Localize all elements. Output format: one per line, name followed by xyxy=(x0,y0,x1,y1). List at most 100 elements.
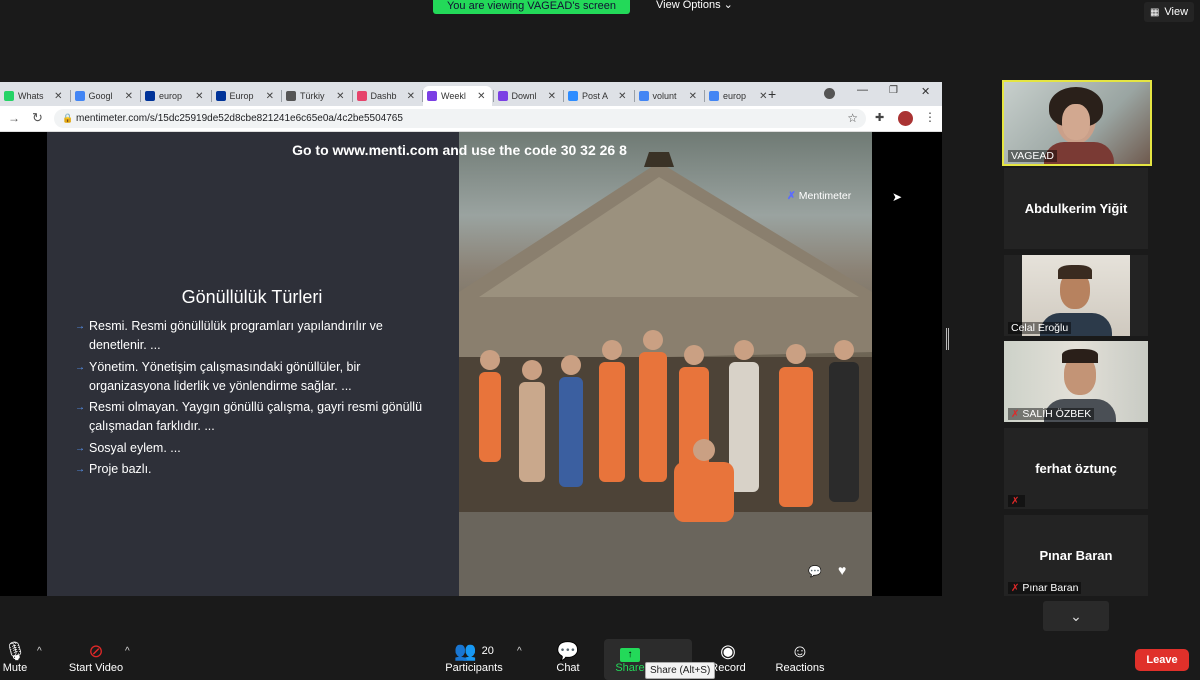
close-tab-icon[interactable]: ✕ xyxy=(407,91,415,102)
browser-tab[interactable]: europ ✕ xyxy=(705,86,774,106)
participant-tile[interactable]: Pınar Baran ✗ Pınar Baran xyxy=(1004,515,1148,596)
screen-share-banner: You are viewing VAGEAD's screen xyxy=(433,0,630,14)
browser-menu-icon[interactable]: ⋮ xyxy=(924,110,936,124)
browser-tab-bar: Whats ✕ Googl ✕ europ ✕ Europ ✕ Türkiy ✕ Dashb ✕ Wee… xyxy=(0,82,942,106)
participant-name-text: VAGEAD xyxy=(1011,150,1054,162)
browser-tab[interactable]: europ ✕ xyxy=(141,86,210,106)
close-tab-icon[interactable]: ✕ xyxy=(195,91,203,102)
tab-favicon-icon xyxy=(497,91,508,101)
close-window-icon[interactable]: ✕ xyxy=(921,85,930,98)
heart-icon[interactable]: ♥ xyxy=(838,562,846,578)
record-icon: ◉ xyxy=(720,641,736,661)
browser-tab[interactable]: Weekl ✕ xyxy=(423,86,492,106)
tab-favicon-icon xyxy=(356,91,367,101)
tab-search-icon[interactable] xyxy=(824,88,835,99)
minimize-icon[interactable]: — xyxy=(857,84,868,96)
start-video-button[interactable]: ⊘ Start Video xyxy=(66,640,126,674)
video-off-icon: ⊘ xyxy=(88,641,104,661)
browser-tab[interactable]: Downl ✕ xyxy=(494,86,563,106)
microphone-icon: 🎙 xyxy=(3,641,27,661)
tab-favicon-icon xyxy=(145,91,155,101)
reload-icon[interactable]: ↻ xyxy=(32,110,43,126)
participant-tile[interactable]: ✗ SALİH ÖZBEK xyxy=(1004,341,1148,422)
share-screen-icon: ↑ xyxy=(620,648,640,662)
scroll-down-button[interactable]: ⌄ xyxy=(1043,601,1109,631)
new-tab-button[interactable]: + xyxy=(768,86,776,102)
participants-options-chevron-icon[interactable]: ^ xyxy=(517,646,522,657)
close-tab-icon[interactable]: ✕ xyxy=(336,91,344,102)
close-tab-icon[interactable]: ✕ xyxy=(266,91,274,102)
extensions-icon[interactable]: ✚ xyxy=(875,111,884,124)
browser-tab[interactable]: Europ ✕ xyxy=(212,86,281,106)
panel-splitter[interactable] xyxy=(946,328,949,350)
audio-options-chevron-icon[interactable]: ^ xyxy=(37,646,42,657)
tab-label: Post A xyxy=(582,91,609,101)
tab-label: europ xyxy=(723,91,747,101)
close-tab-icon[interactable]: ✕ xyxy=(477,91,485,102)
tab-separator xyxy=(492,90,494,102)
participant-name-label: ✗ xyxy=(1008,495,1026,507)
participant-tile[interactable]: VAGEAD xyxy=(1002,80,1152,166)
lock-icon: 🔒 xyxy=(62,113,74,123)
restore-icon[interactable]: ❐ xyxy=(889,85,898,96)
view-button[interactable]: ▦ View xyxy=(1144,2,1194,22)
share-label: Share xyxy=(615,662,645,674)
tab-label: europ xyxy=(159,91,183,101)
slide-bullet: Yönetim. Yönetişim çalışmasındaki gönüll… xyxy=(75,358,435,396)
tab-separator xyxy=(351,90,353,102)
mouse-cursor-icon: ➤ xyxy=(892,190,903,204)
close-tab-icon[interactable]: ✕ xyxy=(548,91,556,102)
browser-tab[interactable]: Post A ✕ xyxy=(564,86,633,106)
browser-tab[interactable]: Dashb ✕ xyxy=(353,86,422,106)
browser-tab[interactable]: Türkiy ✕ xyxy=(282,86,351,106)
video-options-chevron-icon[interactable]: ^ xyxy=(125,646,130,657)
tab-favicon-icon xyxy=(74,91,85,101)
close-tab-icon[interactable]: ✕ xyxy=(54,91,62,102)
tab-label: Downl xyxy=(511,91,537,101)
close-tab-icon[interactable]: ✕ xyxy=(618,91,626,102)
comment-icon[interactable]: 💬 xyxy=(808,565,822,578)
profile-avatar[interactable] xyxy=(898,111,913,126)
forward-icon[interactable]: → xyxy=(8,111,20,125)
tab-separator xyxy=(140,90,141,102)
tab-label: Googl xyxy=(88,91,113,101)
mute-label: Mute xyxy=(2,662,28,674)
share-button[interactable]: ↑ Share xyxy=(610,640,650,674)
tab-separator xyxy=(422,90,423,102)
browser-tab[interactable]: Googl ✕ xyxy=(71,86,140,106)
menti-code-instructions: Go to www.menti.com and use the code 30 … xyxy=(292,142,627,158)
tab-favicon-icon xyxy=(427,91,437,101)
reactions-button[interactable]: ☺ Reactions xyxy=(775,640,825,674)
close-tab-icon[interactable]: ✕ xyxy=(125,91,133,102)
leave-button[interactable]: Leave xyxy=(1135,649,1189,671)
tab-label: Weekl xyxy=(441,91,466,101)
tab-separator xyxy=(704,90,705,102)
browser-tab[interactable]: volunt ✕ xyxy=(635,86,704,106)
close-tab-icon[interactable]: ✕ xyxy=(759,91,767,102)
tab-favicon-icon xyxy=(568,91,578,101)
tab-label: Dashb xyxy=(370,91,397,101)
participant-tile[interactable]: Celal Eroğlu xyxy=(1004,255,1148,336)
close-tab-icon[interactable]: ✕ xyxy=(689,91,697,102)
slide-bullet-list: Resmi. Resmi gönüllülük programları yapı… xyxy=(75,317,435,482)
browser-tab[interactable]: Whats ✕ xyxy=(0,86,69,106)
chat-button[interactable]: 💬 Chat xyxy=(548,640,588,674)
slide-bullet: Resmi olmayan. Yaygın gönüllü çalışma, g… xyxy=(75,398,435,436)
bookmark-star-icon[interactable]: ☆ xyxy=(847,109,858,128)
share-tooltip: Share (Alt+S) xyxy=(645,662,716,679)
tab-separator xyxy=(210,90,212,102)
mentimeter-logo: ✗ Mentimeter xyxy=(787,190,852,202)
participant-tile[interactable]: ferhat öztunç ✗ xyxy=(1004,428,1148,509)
view-options-button[interactable]: View Options ⌄ xyxy=(656,0,733,11)
slide-bullet: Resmi. Resmi gönüllülük programları yapı… xyxy=(75,317,435,355)
chevron-down-icon: ⌄ xyxy=(723,0,733,11)
participant-name-label: ✗ SALİH ÖZBEK xyxy=(1008,408,1095,420)
mute-button[interactable]: 🎙 Mute xyxy=(0,640,30,674)
participants-button[interactable]: 👥 20 Participants xyxy=(442,640,506,674)
participant-name-label: VAGEAD xyxy=(1008,150,1057,162)
chat-icon: 💬 xyxy=(556,641,580,661)
address-input[interactable]: 🔒 mentimeter.com/s/15dc25919de52d8cbe821… xyxy=(54,109,866,128)
tab-separator xyxy=(633,90,635,102)
participant-tile[interactable]: Abdulkerim Yiğit xyxy=(1004,168,1148,249)
browser-url-bar: → ↻ 🔒 mentimeter.com/s/15dc25919de52d8cb… xyxy=(0,106,942,132)
